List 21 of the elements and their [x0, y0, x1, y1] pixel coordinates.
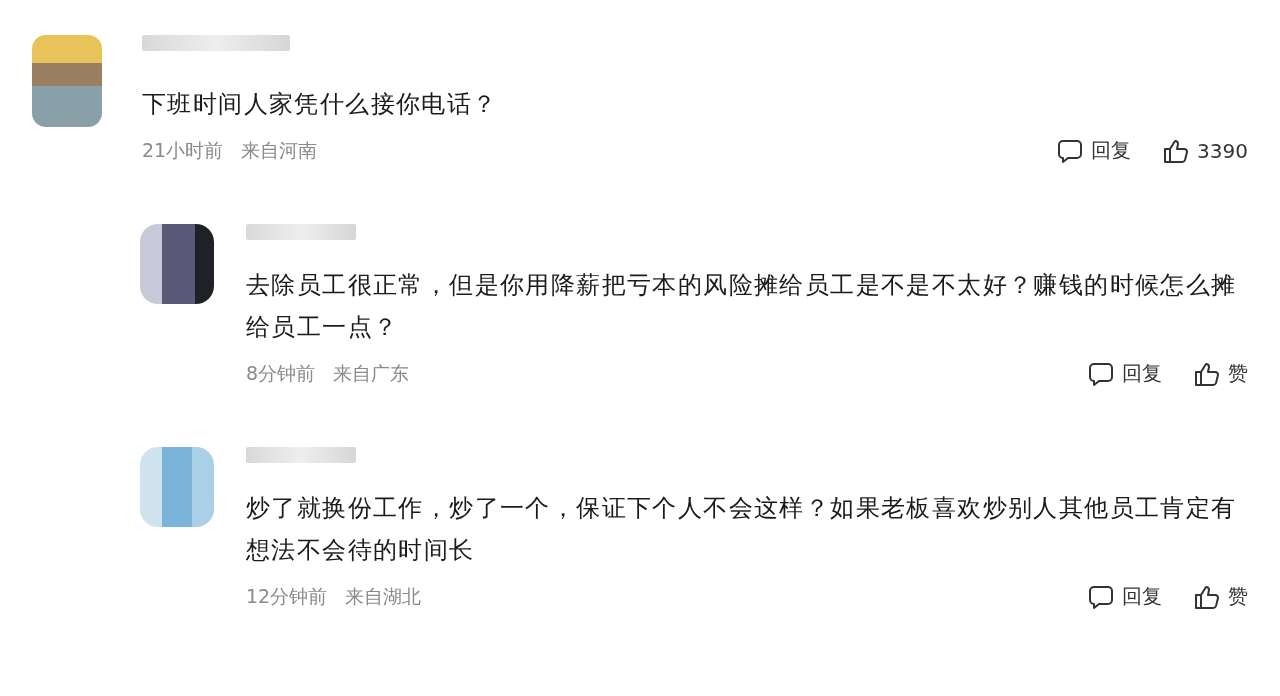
reply-button[interactable]: 回复	[1057, 137, 1132, 164]
comment-time: 12分钟前	[246, 583, 328, 609]
comment-icon	[1088, 360, 1114, 387]
comment-location: 来自湖北	[345, 583, 422, 609]
thumbs-up-icon	[1194, 583, 1220, 610]
like-button[interactable]: 3390	[1163, 137, 1248, 164]
comment-location: 来自广东	[333, 360, 410, 386]
comment-time: 21小时前	[142, 137, 224, 163]
reply-button[interactable]: 回复	[1088, 360, 1162, 387]
reply-button[interactable]: 回复	[1088, 583, 1162, 610]
comment-text: 去除员工很正常，但是你用降薪把亏本的风险摊给员工是不是不太好？赚钱的时候怎么摊给员工一点？	[246, 270, 1238, 343]
comment-text: 炒了就换份工作，炒了一个，保证下个人不会这样？如果老板喜欢炒别人其他员工肯定有想法不会待的时间长	[246, 493, 1238, 566]
comment-location: 来自河南	[241, 137, 318, 163]
comment-text: 下班时间人家凭什么接你电话？	[142, 89, 499, 120]
comment-time: 8分钟前	[246, 360, 316, 386]
thumbs-up-icon	[1163, 137, 1190, 164]
thumbs-up-icon	[1194, 360, 1220, 387]
comment-icon	[1088, 583, 1114, 610]
comment-icon	[1057, 137, 1084, 164]
like-button[interactable]: 赞	[1194, 583, 1248, 610]
like-button[interactable]: 赞	[1194, 360, 1248, 387]
